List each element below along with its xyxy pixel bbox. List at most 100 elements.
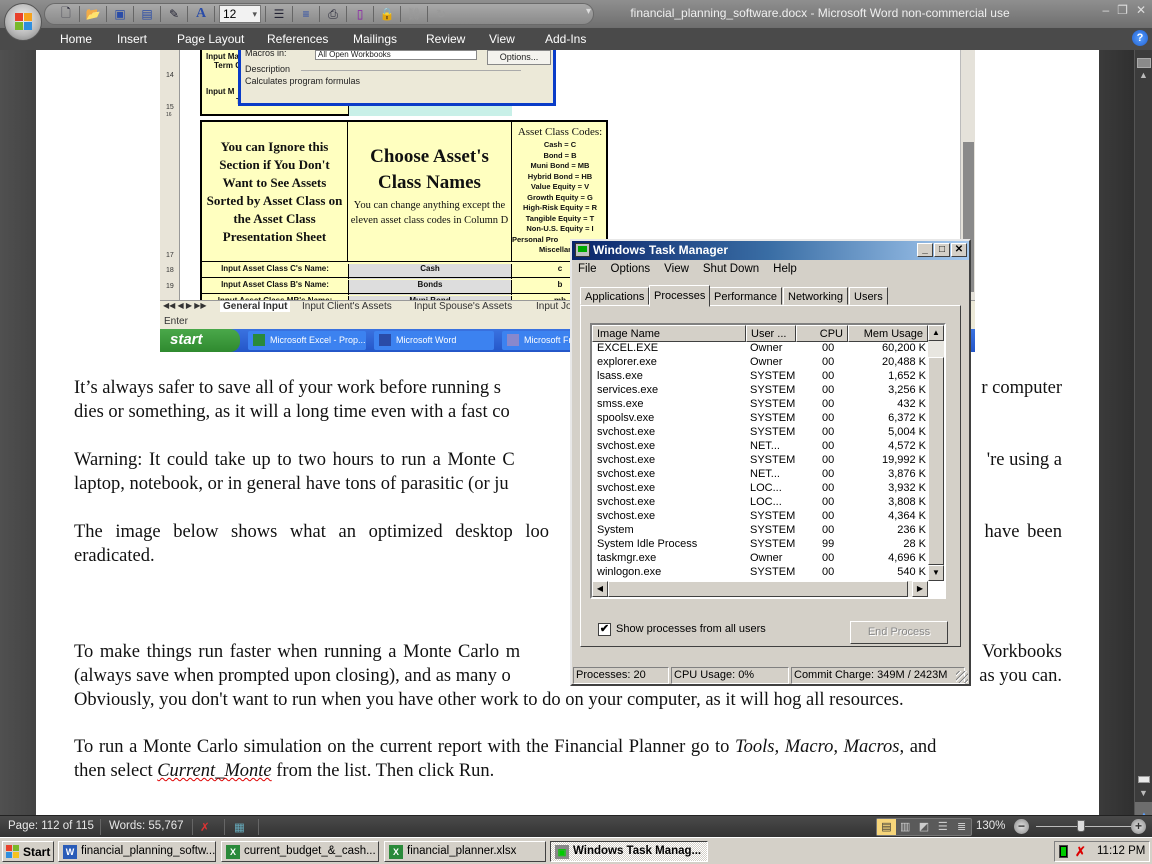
process-row[interactable]: System Idle Process SYSTEM 99 28 K xyxy=(592,538,928,552)
spelling-error[interactable]: Current_Monte xyxy=(157,761,271,781)
column-image-name[interactable]: Image Name xyxy=(592,325,746,342)
clock[interactable]: 11:12 PM xyxy=(1097,845,1145,857)
process-row[interactable]: smss.exe SYSTEM 00 432 K xyxy=(592,398,928,412)
print-layout-icon[interactable]: ▤ xyxy=(877,819,896,835)
scroll-thumb[interactable] xyxy=(928,357,944,565)
office-button[interactable] xyxy=(4,3,42,41)
resize-grip[interactable] xyxy=(956,671,968,683)
tab-references[interactable]: References xyxy=(267,32,328,46)
document-map-icon[interactable]: ☰ xyxy=(270,6,288,22)
save-icon[interactable]: ▣ xyxy=(111,6,129,22)
process-row[interactable]: spoolsv.exe SYSTEM 00 6,372 K xyxy=(592,412,928,426)
help-icon[interactable]: ? xyxy=(1132,30,1148,46)
process-row[interactable]: svchost.exe LOC... 00 3,932 K xyxy=(592,482,928,496)
tab-review[interactable]: Review xyxy=(426,32,465,46)
tab-processes[interactable]: Processes xyxy=(649,285,711,307)
process-row[interactable]: System SYSTEM 00 236 K xyxy=(592,524,928,538)
draft-icon[interactable]: ≣ xyxy=(952,819,971,835)
edit-document-icon[interactable]: ✎ xyxy=(165,6,183,22)
scroll-left-icon[interactable]: ◀ xyxy=(592,581,608,597)
vertical-scrollbar[interactable]: ▲ ▼ ▲ ● ▼ xyxy=(1134,50,1152,857)
network-disconnected-icon[interactable]: ✗ xyxy=(1075,844,1089,859)
process-list-hscroll[interactable]: ◀ ▶ xyxy=(592,581,928,597)
process-row[interactable]: svchost.exe SYSTEM 00 4,364 K xyxy=(592,510,928,524)
zoom-level[interactable]: 130% xyxy=(976,820,1005,832)
tab-page-layout[interactable]: Page Layout xyxy=(177,32,244,46)
taskbar-button-planner[interactable]: Xfinancial_planner.xlsx xyxy=(384,841,546,862)
page-icon[interactable]: ▯ xyxy=(351,6,369,22)
font-size-select[interactable]: 12 xyxy=(219,5,261,23)
restore-icon[interactable]: ❐ xyxy=(1117,3,1128,17)
process-row[interactable]: taskmgr.exe Owner 00 4,696 K xyxy=(592,552,928,566)
close-icon[interactable]: ✕ xyxy=(1136,3,1146,17)
open-folder-icon[interactable]: 📂 xyxy=(84,6,102,22)
tab-performance[interactable]: Performance xyxy=(709,287,782,305)
redo-icon[interactable]: ↻ xyxy=(432,6,450,22)
process-row[interactable]: services.exe SYSTEM 00 3,256 K xyxy=(592,384,928,398)
tab-mailings[interactable]: Mailings xyxy=(353,32,397,46)
protect-document-icon[interactable]: 🔒 xyxy=(378,6,396,22)
minimize-button[interactable]: _ xyxy=(917,243,933,257)
font-color-icon[interactable]: A xyxy=(192,6,210,22)
column-mem-usage[interactable]: Mem Usage xyxy=(848,325,928,342)
menu-file[interactable]: File xyxy=(578,263,597,275)
scroll-up-icon[interactable]: ▲ xyxy=(1139,70,1148,80)
taskbar-button-word-doc[interactable]: Wfinancial_planning_softw... xyxy=(58,841,216,862)
close-button[interactable]: ✕ xyxy=(951,243,967,257)
tab-add-ins[interactable]: Add-Ins xyxy=(545,32,586,46)
process-row[interactable]: svchost.exe NET... 00 4,572 K xyxy=(592,440,928,454)
tab-home[interactable]: Home xyxy=(60,32,92,46)
column-cpu[interactable]: CPU xyxy=(796,325,848,342)
column-user[interactable]: User ... xyxy=(746,325,796,342)
web-layout-icon[interactable]: ◩ xyxy=(915,819,934,835)
minimize-icon[interactable]: – xyxy=(1102,3,1109,17)
tab-users[interactable]: Users xyxy=(849,287,888,305)
print-icon[interactable]: ⎙ xyxy=(324,6,342,22)
proofing-error-icon[interactable]: ✗ xyxy=(200,820,210,834)
menu-shut-down[interactable]: Shut Down xyxy=(703,263,759,275)
scroll-down-icon[interactable]: ▼ xyxy=(928,565,944,581)
process-row[interactable]: svchost.exe NET... 00 3,876 K xyxy=(592,468,928,482)
process-list[interactable]: Image Name User ... CPU Mem Usage EXCEL.… xyxy=(590,323,946,599)
tab-applications[interactable]: Applications xyxy=(580,287,650,305)
process-row[interactable]: explorer.exe Owner 00 20,488 K xyxy=(592,356,928,370)
process-list-vscroll[interactable]: ▲ ▼ xyxy=(928,325,944,581)
process-row[interactable]: EXCEL.EXE Owner 00 60,200 K xyxy=(592,342,928,356)
customize-qat-icon[interactable]: ▾ xyxy=(586,6,591,17)
tab-networking[interactable]: Networking xyxy=(783,287,849,305)
tab-insert[interactable]: Insert xyxy=(117,32,147,46)
scroll-thumb[interactable] xyxy=(608,581,908,597)
save-all-icon[interactable]: ▤ xyxy=(138,6,156,22)
menu-options[interactable]: Options xyxy=(611,263,651,275)
task-manager-title-bar[interactable]: Windows Task Manager _ □ ✕ xyxy=(572,241,969,260)
paragraph-icon[interactable]: ≡ xyxy=(297,6,315,22)
word-count[interactable]: Words: 55,767 xyxy=(109,820,184,832)
process-row[interactable]: svchost.exe LOC... 00 3,808 K xyxy=(592,496,928,510)
process-row[interactable]: svchost.exe SYSTEM 00 19,992 K xyxy=(592,454,928,468)
maximize-button[interactable]: □ xyxy=(934,243,950,257)
zoom-in-icon[interactable]: + xyxy=(1131,819,1146,834)
menu-view[interactable]: View xyxy=(664,263,689,275)
end-process-button[interactable]: End Process xyxy=(850,621,948,644)
macro-recording-icon[interactable]: ▦ xyxy=(234,820,245,834)
tab-view[interactable]: View xyxy=(489,32,515,46)
show-all-users-label[interactable]: Show processes from all users xyxy=(616,623,766,635)
outline-icon[interactable]: ☰ xyxy=(933,819,952,835)
view-ruler-icon[interactable] xyxy=(1137,58,1151,68)
scroll-right-icon[interactable]: ▶ xyxy=(912,581,928,597)
zoom-slider-thumb[interactable] xyxy=(1077,820,1085,832)
start-button[interactable]: Start xyxy=(2,841,54,862)
page-count[interactable]: Page: 112 of 115 xyxy=(8,820,94,832)
taskbar-button-budget[interactable]: Xcurrent_budget_&_cash... xyxy=(221,841,379,862)
new-document-icon[interactable]: 🗋 xyxy=(57,6,75,22)
cpu-meter-icon[interactable] xyxy=(1059,845,1068,858)
process-row[interactable]: svchost.exe SYSTEM 00 5,004 K xyxy=(592,426,928,440)
process-row[interactable]: winlogon.exe SYSTEM 00 540 K xyxy=(592,566,928,580)
scroll-down-icon[interactable]: ▼ xyxy=(1139,788,1148,798)
process-row[interactable]: lsass.exe SYSTEM 00 1,652 K xyxy=(592,370,928,384)
scroll-up-icon[interactable]: ▲ xyxy=(928,325,944,341)
menu-help[interactable]: Help xyxy=(773,263,797,275)
link-icon[interactable]: ⛓ xyxy=(405,6,423,22)
taskbar-button-task-manager[interactable]: ▣ Windows Task Manag... xyxy=(550,841,708,862)
scroll-thumb[interactable] xyxy=(1138,776,1150,783)
